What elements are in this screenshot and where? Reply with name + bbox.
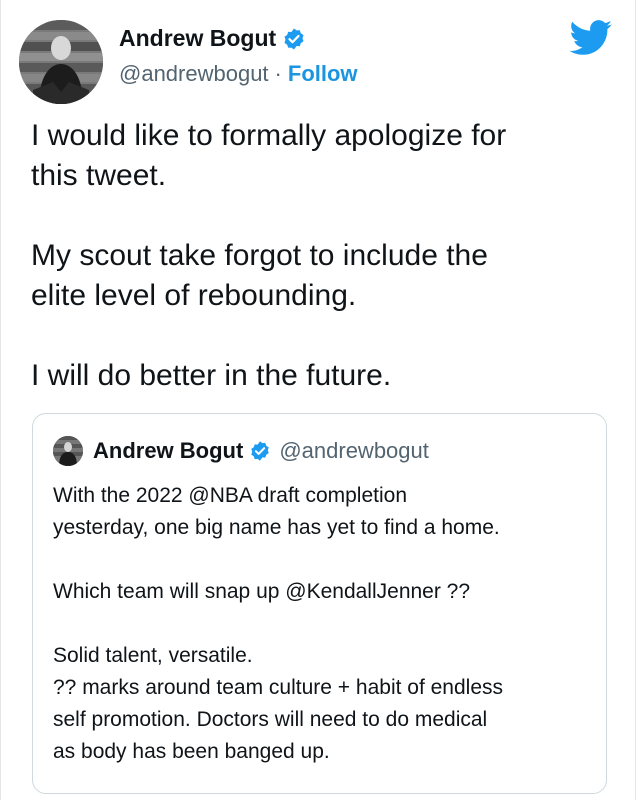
tweet-line: elite level of rebounding. xyxy=(31,279,357,312)
quoted-author-name[interactable]: Andrew Bogut xyxy=(93,438,243,464)
quoted-author-avatar[interactable] xyxy=(53,436,83,466)
tweet-text: I would like to formally apologize for t… xyxy=(31,116,621,396)
tweet-line: My scout take forgot to include the xyxy=(31,239,488,272)
quoted-line: as body has been banged up. xyxy=(53,740,330,763)
tweet-card: Andrew Bogut @andrewbogut · Follow I wou… xyxy=(0,0,636,800)
quoted-tweet[interactable]: Andrew Bogut @andrewbogut With the 2022 … xyxy=(32,413,607,794)
quoted-line: Solid talent, versatile. xyxy=(53,644,253,667)
quoted-header: Andrew Bogut @andrewbogut xyxy=(93,438,429,464)
verified-badge-icon xyxy=(282,27,306,51)
tweet-line: I will do better in the future. xyxy=(31,359,392,392)
quoted-line: Which team will snap up @KendallJenner ?… xyxy=(53,580,471,603)
twitter-bird-icon[interactable] xyxy=(569,20,613,56)
quoted-author-handle[interactable]: @andrewbogut xyxy=(279,438,429,464)
author-name-text[interactable]: Andrew Bogut xyxy=(119,25,276,52)
follow-button[interactable]: Follow xyxy=(288,61,358,87)
author-name[interactable]: Andrew Bogut xyxy=(119,25,306,52)
quoted-line: yesterday, one big name has yet to find … xyxy=(53,516,500,539)
author-handle-line: @andrewbogut · Follow xyxy=(119,61,358,87)
author-handle[interactable]: @andrewbogut xyxy=(119,61,269,87)
quoted-tweet-text: With the 2022 @NBA draft completion yest… xyxy=(53,480,593,768)
quoted-line: With the 2022 @NBA draft completion xyxy=(53,484,407,507)
verified-badge-icon xyxy=(249,440,271,462)
tweet-line: I would like to formally apologize for xyxy=(31,119,507,152)
separator-dot: · xyxy=(274,61,282,86)
quoted-line: ?? marks around team culture + habit of … xyxy=(53,676,504,699)
quoted-line: self promotion. Doctors will need to do … xyxy=(53,708,488,731)
tweet-line: this tweet. xyxy=(31,159,167,192)
author-avatar[interactable] xyxy=(19,20,103,104)
